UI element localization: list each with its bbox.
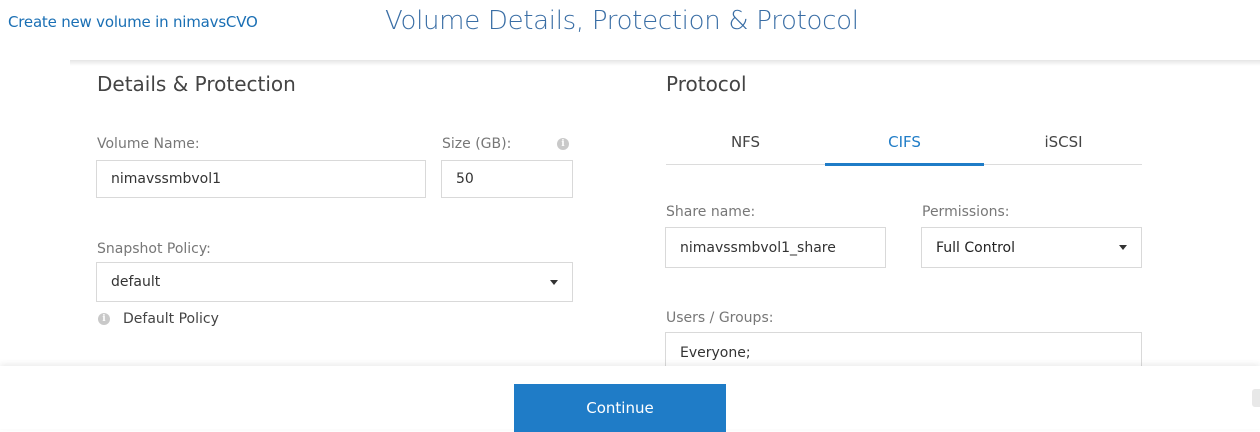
protocol-tabs: NFS CIFS iSCSI xyxy=(666,126,1143,166)
size-input[interactable]: 50 xyxy=(441,160,573,198)
details-protection-heading: Details & Protection xyxy=(97,72,296,96)
create-volume-breadcrumb-link[interactable]: Create new volume in nimavsCVO xyxy=(8,13,258,31)
page-title: Volume Details, Protection & Protocol xyxy=(385,6,859,36)
chevron-down-icon xyxy=(1119,245,1127,250)
protocol-heading: Protocol xyxy=(666,72,747,96)
users-groups-label: Users / Groups: xyxy=(666,310,774,326)
tab-nfs[interactable]: NFS xyxy=(666,126,825,164)
size-value: 50 xyxy=(456,171,474,187)
size-info-icon[interactable]: i xyxy=(557,138,569,150)
volume-name-label: Volume Name: xyxy=(97,136,200,152)
share-name-label: Share name: xyxy=(666,204,756,220)
tab-cifs[interactable]: CIFS xyxy=(825,126,984,166)
snapshot-policy-select[interactable]: default xyxy=(96,262,573,302)
snapshot-policy-hint: Default Policy xyxy=(123,311,219,327)
permissions-label: Permissions: xyxy=(922,204,1010,220)
share-name-input[interactable]: nimavssmbvol1_share xyxy=(665,227,886,268)
permissions-value: Full Control xyxy=(936,239,1015,256)
permissions-select[interactable]: Full Control xyxy=(921,227,1142,268)
tab-iscsi[interactable]: iSCSI xyxy=(984,126,1143,164)
continue-button[interactable]: Continue xyxy=(514,384,726,432)
share-name-value: nimavssmbvol1_share xyxy=(680,239,836,256)
snapshot-policy-value: default xyxy=(111,274,161,290)
snapshot-policy-label: Snapshot Policy: xyxy=(97,241,211,257)
scrollbar-handle[interactable] xyxy=(1252,389,1260,407)
size-label: Size (GB): xyxy=(442,136,512,152)
users-groups-value: Everyone; xyxy=(680,345,751,361)
volume-name-value: nimavssmbvol1 xyxy=(111,171,222,187)
header-divider xyxy=(70,60,1260,66)
chevron-down-icon xyxy=(550,279,558,285)
snapshot-policy-info-icon[interactable]: i xyxy=(98,313,110,325)
volume-name-input[interactable]: nimavssmbvol1 xyxy=(96,160,426,198)
